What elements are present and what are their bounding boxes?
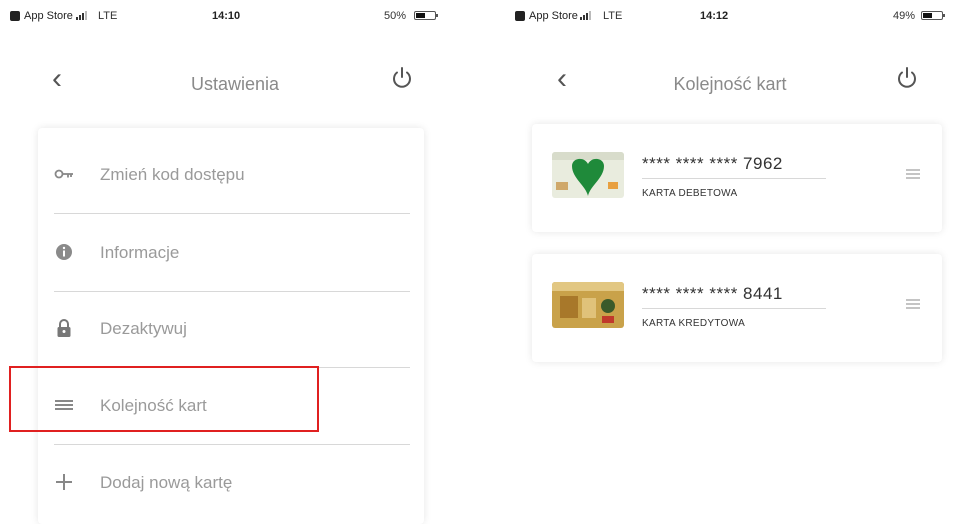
- menu-item-information[interactable]: Informacje: [38, 214, 424, 292]
- settings-screen: App Store LTE 14:10 50% ‹ Ustawienia Zmi…: [0, 0, 470, 524]
- back-to-app-store[interactable]: App Store: [515, 10, 578, 22]
- settings-menu: Zmień kod dostępu Informacje Dezaktywuj: [38, 128, 424, 524]
- menu-label: Informacje: [100, 243, 180, 262]
- card-order-screen: App Store LTE 14:12 49% ‹ Kolejność kart…: [485, 0, 955, 524]
- card-row[interactable]: **** **** **** 7962 KARTA DEBETOWA: [532, 124, 942, 232]
- status-time: 14:12: [700, 10, 729, 22]
- highlight-box: [9, 366, 319, 432]
- status-bar: App Store LTE 14:10 50%: [0, 0, 470, 28]
- nav-bar: ‹ Ustawienia: [0, 50, 470, 110]
- plus-icon: [56, 474, 72, 490]
- menu-label: Dezaktywuj: [100, 319, 187, 338]
- page-title: Kolejność kart: [673, 74, 787, 94]
- menu-label: Zmień kod dostępu: [100, 165, 245, 184]
- network-type: LTE: [98, 10, 118, 22]
- signal-icon: [76, 11, 87, 20]
- card-number: **** **** **** 7962: [642, 154, 783, 173]
- key-icon: [54, 169, 73, 179]
- divider: [642, 308, 826, 309]
- app-store-icon: [515, 11, 525, 21]
- menu-item-add-card[interactable]: Dodaj nową kartę: [38, 444, 424, 522]
- card-type: KARTA KREDYTOWA: [642, 318, 746, 329]
- battery-icon: [921, 11, 945, 20]
- battery-percent: 49%: [893, 10, 916, 22]
- card-number: **** **** **** 8441: [642, 284, 783, 303]
- credit-card-thumbnail: [552, 282, 624, 328]
- network-type: LTE: [603, 10, 623, 22]
- battery-percent: 50%: [384, 10, 407, 22]
- drag-handle-icon[interactable]: [906, 299, 920, 311]
- signal-icon: [580, 11, 591, 20]
- card-row[interactable]: **** **** **** 8441 KARTA KREDYTOWA: [532, 254, 942, 362]
- battery-icon: [414, 11, 438, 20]
- nav-bar: ‹ Kolejność kart: [485, 50, 955, 110]
- status-bar: App Store LTE 14:12 49%: [485, 0, 955, 28]
- info-icon: [56, 244, 72, 260]
- menu-item-deactivate[interactable]: Dezaktywuj: [38, 290, 424, 368]
- back-to-app-store[interactable]: App Store: [10, 10, 73, 22]
- debit-card-thumbnail: [552, 152, 624, 198]
- back-app-label: App Store: [529, 10, 578, 22]
- app-store-icon: [10, 11, 20, 21]
- power-icon[interactable]: [390, 66, 414, 90]
- power-icon[interactable]: [895, 66, 919, 90]
- drag-handle-icon[interactable]: [906, 169, 920, 181]
- status-time: 14:10: [212, 10, 241, 22]
- menu-label: Dodaj nową kartę: [100, 473, 233, 492]
- menu-item-change-passcode[interactable]: Zmień kod dostępu: [38, 136, 424, 214]
- lock-icon: [57, 319, 71, 337]
- back-app-label: App Store: [24, 10, 73, 22]
- card-type: KARTA DEBETOWA: [642, 188, 738, 199]
- divider: [642, 178, 826, 179]
